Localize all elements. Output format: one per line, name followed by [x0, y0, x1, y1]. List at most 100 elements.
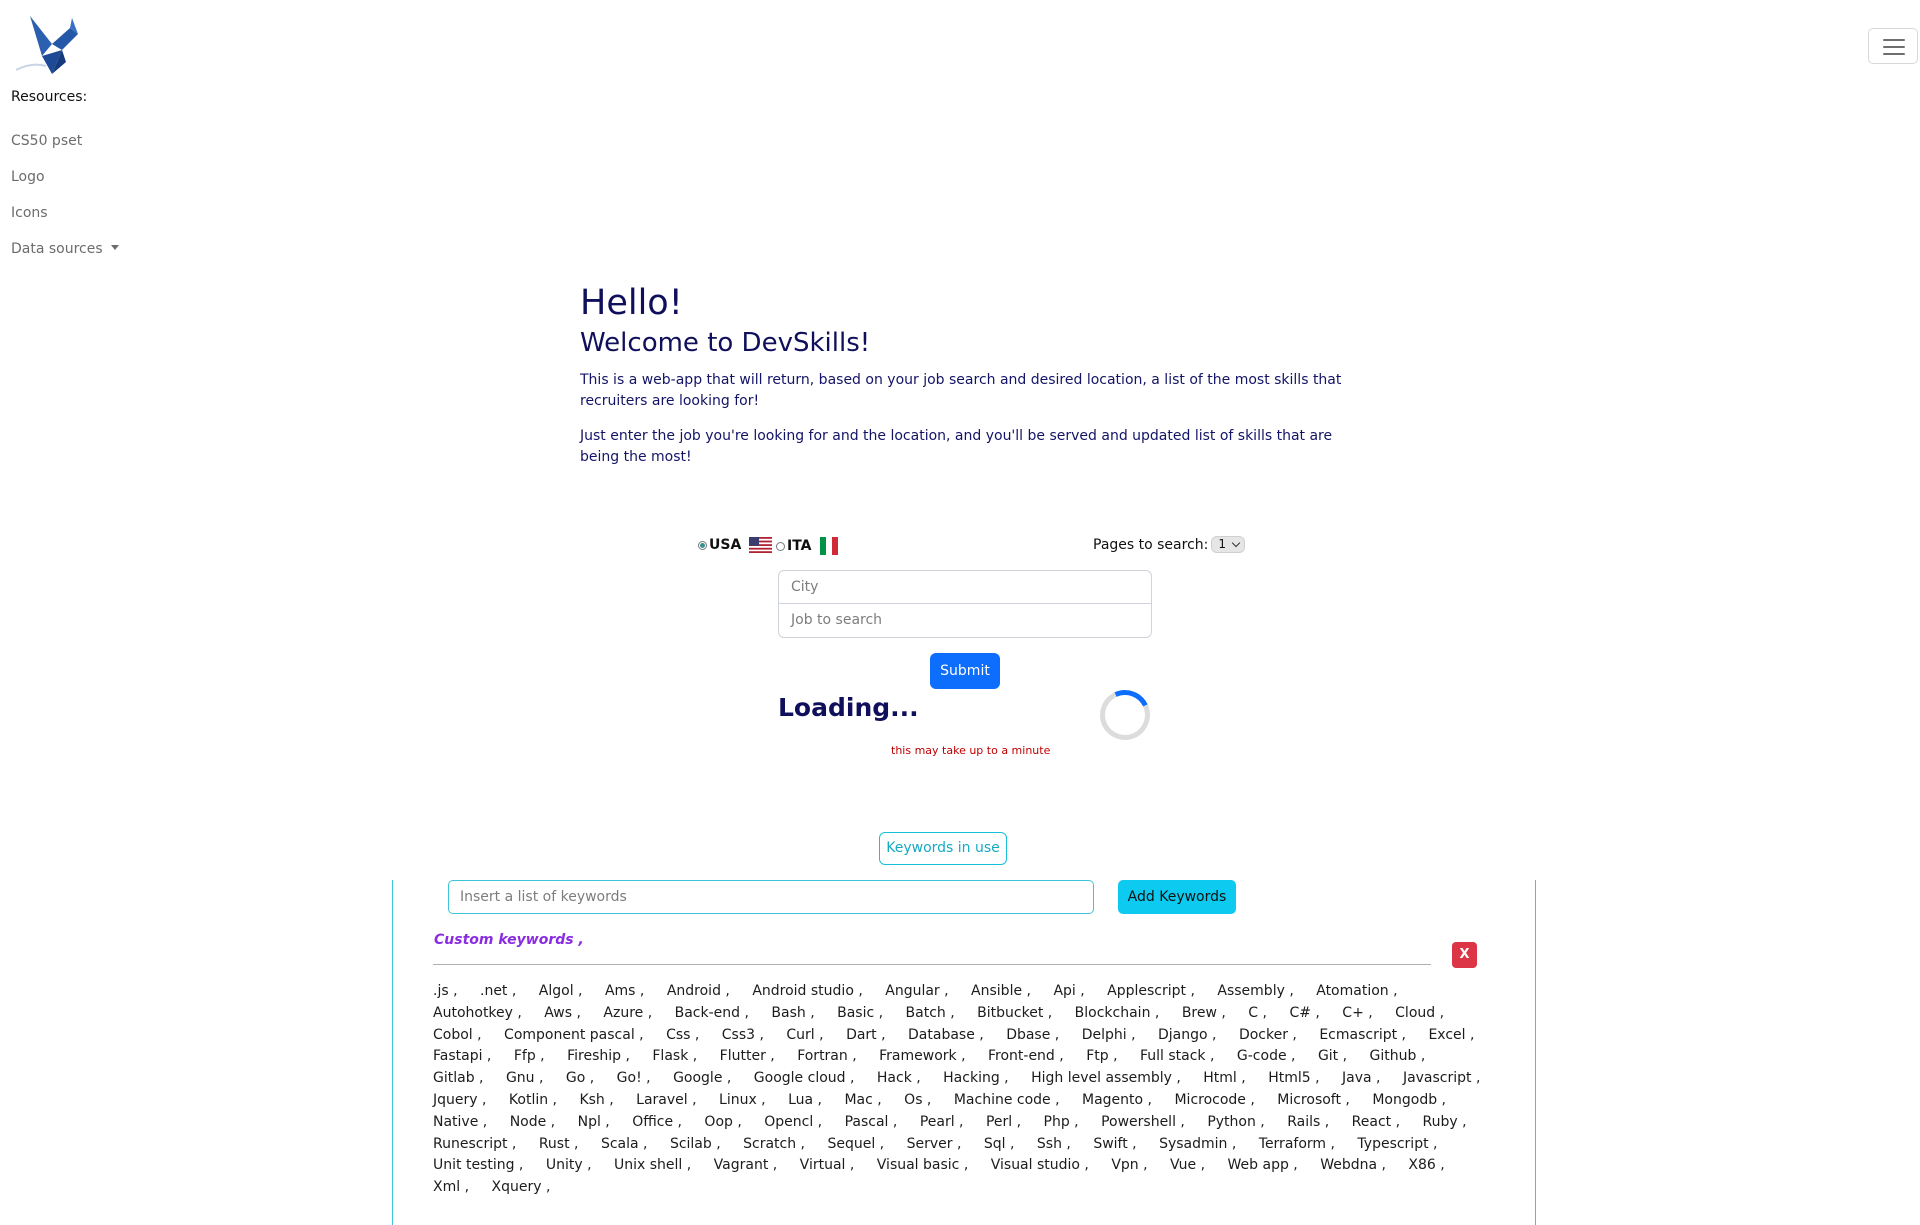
- keyword-item: Pearl ,: [919, 1113, 964, 1130]
- keyword-item: Android ,: [666, 983, 730, 999]
- nav-link-logo[interactable]: Logo: [11, 169, 45, 185]
- keyword-item: React ,: [1351, 1113, 1401, 1130]
- job-search-input[interactable]: Job to search: [778, 604, 1152, 638]
- keyword-item: Git ,: [1317, 1048, 1348, 1065]
- keyword-item: Aws ,: [544, 1004, 581, 1021]
- keyword-item: Google cloud ,: [753, 1070, 855, 1087]
- keyword-item: High level assembly ,: [1031, 1070, 1181, 1087]
- keyword-item: Kotlin ,: [508, 1091, 557, 1108]
- keyword-item: Vue ,: [1170, 1157, 1206, 1174]
- keyword-item: Scilab ,: [669, 1135, 721, 1152]
- keyword-item: Database ,: [908, 1026, 984, 1043]
- nav-dropdown-data-sources[interactable]: Data sources: [11, 241, 119, 257]
- keyword-item: Hacking ,: [943, 1070, 1009, 1087]
- keyword-item: Azure ,: [603, 1004, 653, 1021]
- keyword-item: X86 ,: [1408, 1157, 1445, 1174]
- ita-radio[interactable]: [776, 541, 785, 551]
- keyword-item: Mac ,: [844, 1091, 882, 1108]
- nav-link-icons[interactable]: Icons: [11, 205, 48, 221]
- keywords-input[interactable]: Insert a list of keywords: [448, 880, 1094, 914]
- keyword-item: Opencl ,: [764, 1113, 823, 1130]
- hamburger-menu-icon[interactable]: [1868, 28, 1918, 64]
- keywords-in-use-button[interactable]: Keywords in use: [879, 832, 1007, 865]
- intro-paragraph: This is a web-app that will return, base…: [580, 372, 1342, 409]
- usa-flag-icon: [749, 537, 773, 553]
- keyword-item: Visual basic ,: [876, 1157, 969, 1174]
- caret-down-icon: [110, 245, 119, 250]
- keyword-item: Sql ,: [983, 1135, 1015, 1152]
- wait-note: this may take up to a minute: [891, 744, 1051, 757]
- loading-spinner-icon: [1092, 682, 1158, 748]
- keyword-item: Scratch ,: [743, 1135, 806, 1152]
- keyword-item: Cobol ,: [433, 1026, 482, 1043]
- keyword-item: Php ,: [1043, 1113, 1079, 1130]
- keyword-item: Flask ,: [652, 1048, 698, 1065]
- keyword-item: Django ,: [1158, 1026, 1217, 1043]
- keyword-item: Basic ,: [837, 1004, 884, 1021]
- keyword-item: Swift ,: [1093, 1135, 1137, 1152]
- nav-link-cs50-pset[interactable]: CS50 pset: [11, 133, 82, 149]
- keyword-item: Sysadmin ,: [1159, 1135, 1237, 1152]
- keyword-item: Gnu ,: [505, 1070, 544, 1087]
- add-keywords-button[interactable]: Add Keywords: [1118, 880, 1236, 914]
- keyword-item: Framework ,: [879, 1048, 966, 1065]
- keyword-item: Webdna ,: [1320, 1157, 1386, 1174]
- keyword-item: Flutter ,: [719, 1048, 775, 1065]
- keyword-item: Github ,: [1369, 1048, 1426, 1065]
- usa-radio[interactable]: [698, 540, 707, 550]
- keyword-item: Batch ,: [905, 1004, 955, 1021]
- pages-to-search: Pages to search: 1: [1093, 536, 1246, 553]
- keyword-item: Component pascal ,: [504, 1026, 644, 1043]
- instructions-paragraph: Just enter the job you're looking for an…: [580, 428, 1333, 465]
- keyword-item: Powershell ,: [1101, 1113, 1185, 1130]
- keyword-item: Unit testing ,: [433, 1157, 524, 1174]
- italy-flag-icon: [819, 537, 838, 555]
- resources-label: Resources:: [11, 89, 88, 105]
- keyword-item: Fortran ,: [797, 1048, 857, 1065]
- keyword-item: Typescript ,: [1357, 1135, 1438, 1152]
- keyword-item: Ksh ,: [579, 1091, 614, 1108]
- keyword-item: C+ ,: [1342, 1004, 1373, 1021]
- keyword-item: Front-end ,: [987, 1048, 1064, 1065]
- keyword-item: Assembly ,: [1217, 983, 1294, 999]
- keyword-item: Rails ,: [1287, 1113, 1330, 1130]
- keyword-item: Curl ,: [786, 1026, 824, 1043]
- keyword-item: Terraform ,: [1258, 1135, 1335, 1152]
- city-input[interactable]: City: [778, 570, 1152, 604]
- keyword-item: Linux ,: [719, 1091, 766, 1108]
- keyword-item: Hack ,: [876, 1070, 921, 1087]
- keyword-item: Gitlab ,: [433, 1070, 484, 1087]
- keyword-item: Blockchain ,: [1074, 1004, 1160, 1021]
- keyword-item: Android studio ,: [752, 983, 863, 999]
- keyword-item: Runescript ,: [433, 1135, 517, 1152]
- custom-keywords-label: Custom keywords ,: [434, 932, 584, 948]
- bird-logo-icon[interactable]: [12, 12, 84, 78]
- keyword-item: Microcode ,: [1174, 1091, 1255, 1108]
- keyword-item: Virtual ,: [799, 1157, 855, 1174]
- loading-text: Loading...: [778, 693, 919, 722]
- keyword-item: Npl ,: [577, 1113, 610, 1130]
- pages-select[interactable]: 1: [1211, 536, 1246, 553]
- keyword-item: G-code ,: [1236, 1048, 1296, 1065]
- keyword-item: Python ,: [1207, 1113, 1265, 1130]
- close-button[interactable]: X: [1452, 942, 1477, 968]
- submit-button[interactable]: Submit: [930, 653, 1000, 689]
- welcome-heading: Welcome to DevSkills!: [580, 328, 871, 358]
- keyword-item: Sequel ,: [827, 1135, 885, 1152]
- keyword-item: Node ,: [509, 1113, 556, 1130]
- country-option-usa[interactable]: USA: [698, 537, 773, 553]
- divider: [433, 964, 1431, 965]
- keyword-item: Ansible ,: [971, 983, 1031, 999]
- keyword-item: C ,: [1248, 1004, 1267, 1021]
- keyword-list: .js , .net , Algol , Ams , Android , And…: [433, 981, 1515, 1199]
- keyword-item: Jquery ,: [433, 1091, 487, 1108]
- keyword-item: Web app ,: [1227, 1157, 1298, 1174]
- country-option-ita[interactable]: ITA: [776, 537, 838, 555]
- keyword-item: Scala ,: [600, 1135, 648, 1152]
- keyword-item: Unix shell ,: [613, 1157, 692, 1174]
- keyword-item: Dbase ,: [1006, 1026, 1060, 1043]
- keyword-item: Angular ,: [885, 983, 949, 999]
- keyword-item: Office ,: [632, 1113, 682, 1130]
- keyword-item: Javascript ,: [1402, 1070, 1481, 1087]
- hero-section: Hello! Welcome to DevSkills! This is a w…: [580, 280, 1360, 482]
